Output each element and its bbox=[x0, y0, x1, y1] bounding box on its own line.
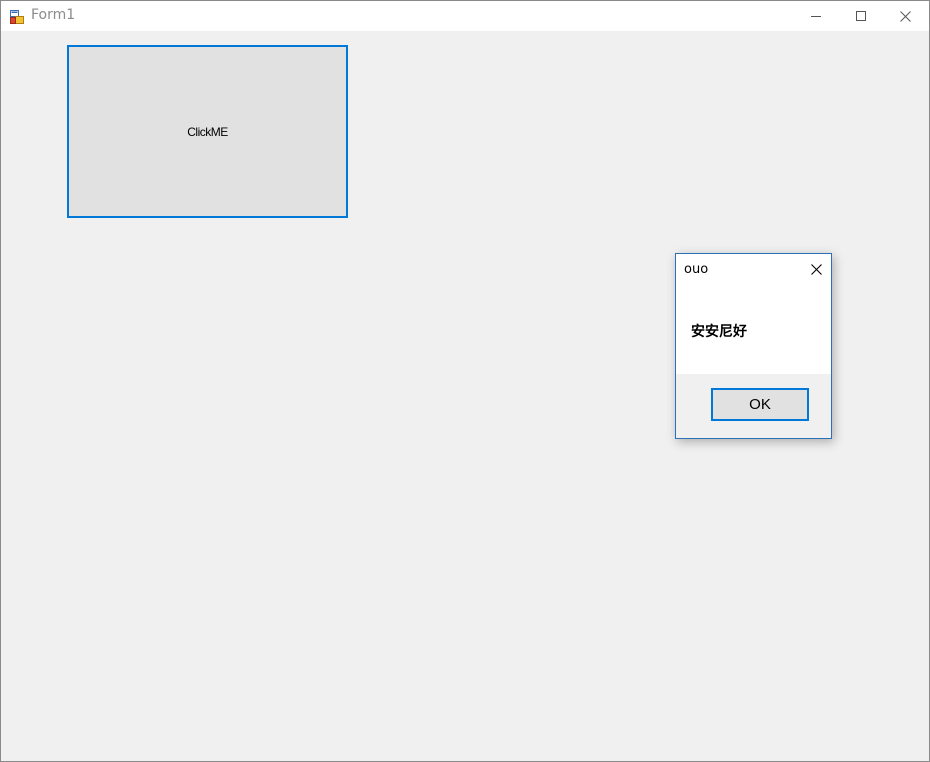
message-box-title: ouo bbox=[684, 262, 709, 277]
title-bar[interactable]: Form1 bbox=[1, 1, 929, 31]
message-box-content: ouo 安安尼好 bbox=[676, 254, 831, 374]
ok-button[interactable]: OK bbox=[711, 388, 809, 421]
message-box-close-button[interactable] bbox=[806, 260, 826, 278]
app-icon bbox=[10, 9, 24, 24]
message-box-dialog: ouo 安安尼好 OK bbox=[675, 253, 832, 439]
minimize-icon bbox=[810, 11, 821, 21]
maximize-button[interactable] bbox=[838, 1, 883, 31]
minimize-button[interactable] bbox=[793, 1, 838, 31]
maximize-icon bbox=[855, 11, 866, 21]
close-icon bbox=[810, 260, 822, 279]
window-title: Form1 bbox=[31, 7, 76, 23]
clickme-button[interactable]: ClickME bbox=[67, 45, 348, 218]
close-icon bbox=[900, 10, 911, 22]
close-button[interactable] bbox=[883, 1, 928, 31]
main-window: Form1 ClickME ouo 安安尼好 OK bbox=[0, 0, 930, 762]
message-box-text: 安安尼好 bbox=[691, 324, 747, 340]
